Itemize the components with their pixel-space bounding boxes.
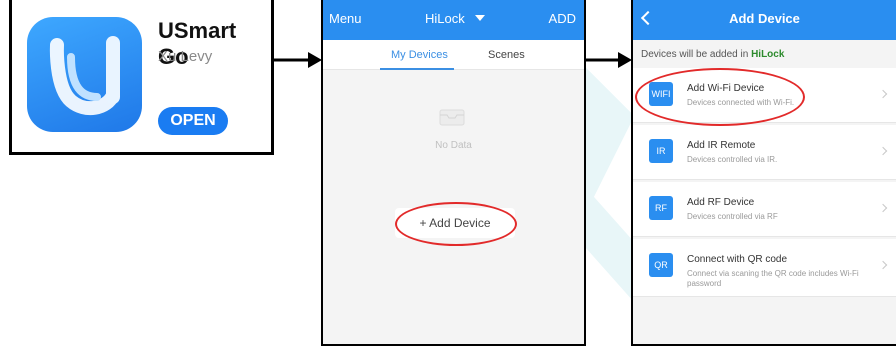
usmart-logo-icon[interactable]: [27, 17, 142, 132]
home-selector[interactable]: HiLock: [425, 11, 465, 26]
my-devices-screen: Menu HiLock ADD My Devices Scenes No Dat…: [321, 0, 586, 346]
option-connect-qr-code[interactable]: QR Connect with QR code Connect via scan…: [633, 239, 896, 297]
chevron-right-icon: [878, 260, 888, 270]
tab-bar: My Devices Scenes: [323, 40, 584, 70]
target-home-hint: Devices will be added in HiLock: [633, 40, 896, 68]
open-button[interactable]: OPEN: [158, 107, 228, 135]
chevron-right-icon: [878, 203, 888, 213]
arrow-right-icon: [586, 52, 632, 68]
app-store-card: USmart Go Xu Levy OPEN: [9, 0, 274, 155]
tab-scenes[interactable]: Scenes: [488, 49, 525, 61]
app-developer: Xu Levy: [158, 48, 213, 65]
empty-state-text: No Data: [435, 140, 472, 151]
highlight-ellipse: [395, 202, 517, 246]
option-subtitle: Devices controlled via RF: [687, 212, 778, 221]
qr-badge-icon: QR: [649, 253, 673, 277]
menu-button[interactable]: Menu: [329, 11, 362, 26]
add-button[interactable]: ADD: [549, 11, 576, 26]
option-subtitle: Devices controlled via IR.: [687, 155, 778, 164]
add-device-screen: Add Device Devices will be added in HiLo…: [631, 0, 896, 346]
arrow-right-icon: [274, 52, 322, 68]
active-tab-indicator: [380, 68, 454, 70]
option-add-rf-device[interactable]: RF Add RF Device Devices controlled via …: [633, 182, 896, 237]
tab-my-devices[interactable]: My Devices: [391, 49, 448, 61]
hint-home-name: HiLock: [751, 49, 785, 60]
chevron-right-icon: [878, 146, 888, 156]
empty-inbox-icon: [439, 109, 465, 126]
highlight-ellipse: [635, 68, 805, 126]
option-title: Connect with QR code: [687, 254, 788, 265]
chevron-down-icon[interactable]: [475, 15, 485, 21]
screen-title: Add Device: [729, 11, 800, 26]
option-title: Add RF Device: [687, 197, 755, 208]
option-add-ir-remote[interactable]: IR Add IR Remote Devices controlled via …: [633, 125, 896, 180]
top-bar: Add Device: [633, 0, 896, 40]
rf-badge-icon: RF: [649, 196, 673, 220]
option-title: Add IR Remote: [687, 140, 756, 151]
ir-badge-icon: IR: [649, 139, 673, 163]
top-bar: Menu HiLock ADD: [323, 0, 584, 40]
chevron-right-icon: [878, 89, 888, 99]
option-subtitle: Connect via scaning the QR code includes…: [687, 269, 859, 288]
hint-text: Devices will be added in: [641, 49, 749, 60]
